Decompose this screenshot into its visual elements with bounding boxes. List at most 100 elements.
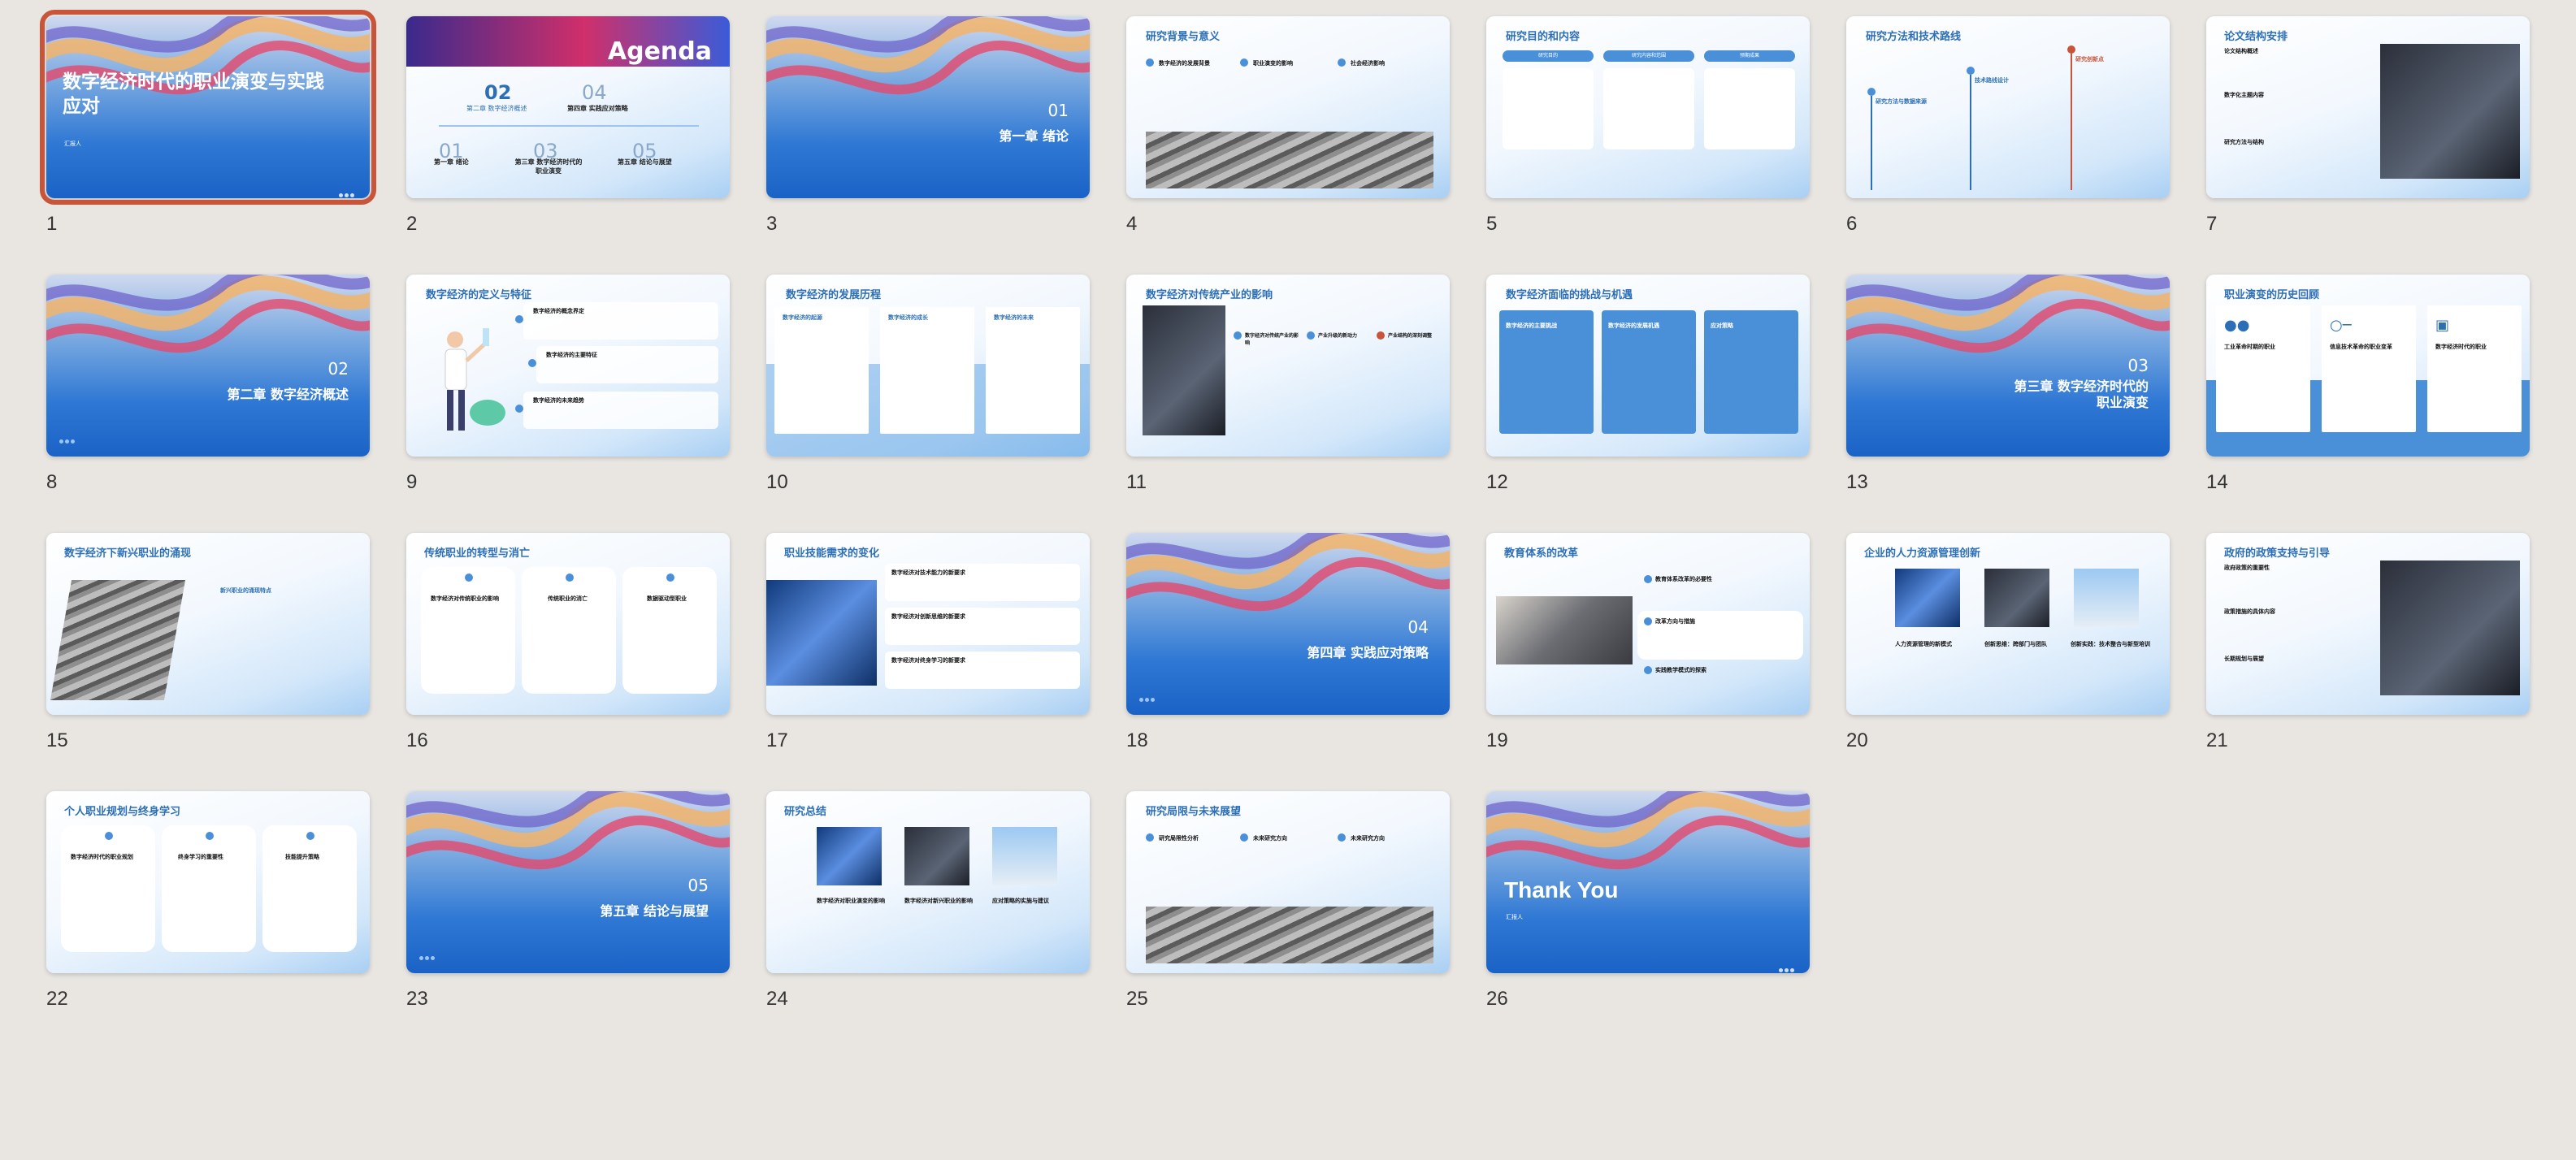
slide-title: 研究目的和内容 [1506,31,1581,43]
slide-title: 研究局限与未来展望 [1146,806,1242,818]
lights-photo [904,827,969,885]
slide-thumbnail-5[interactable]: 研究目的和内容 研究目的 研究内容和范围 预期成果 [1486,16,1810,198]
agenda-title: Agenda [607,37,712,66]
agenda-label-5: 第五章 结论与展望 [618,158,672,166]
agenda-num-4: 04 [582,81,607,104]
slide-title: 教育体系的改革 [1504,548,1579,560]
slide-number: 7 [2206,213,2218,235]
streaming-screen-photo [1143,305,1225,435]
building-photo [1146,132,1433,188]
slide-thumbnail-21[interactable]: 政府的政策支持与引导 政府政策的重要性 政策措施的具体内容 长期规划与展望 [2206,533,2530,715]
presenter-label: 汇报人 [64,141,81,147]
slide-thumbnail-3[interactable]: 01 第一章 绪论 [766,16,1090,198]
agenda-num-2: 02 [484,81,512,104]
section-title: 第四章 实践应对策略 [1307,645,1429,660]
slide-number: 20 [1846,729,1868,751]
slide-number: 12 [1486,471,1508,493]
slide-title: 研究背景与意义 [1146,31,1221,43]
slide-number: 17 [766,729,788,751]
slide-number: 19 [1486,729,1508,751]
slide-title: 数字经济的定义与特征 [426,289,532,301]
agenda-label-1: 第一章 绪论 [434,158,469,166]
satellite-photo [50,580,186,700]
slide-thumbnail-26[interactable]: Thank You 汇报人 [1486,791,1810,973]
section-number: 01 [1047,101,1069,120]
slide-title: 政府的政策支持与引导 [2224,548,2331,560]
slide-number: 14 [2206,471,2228,493]
slide-number: 26 [1486,988,1508,1010]
slide-thumbnail-25[interactable]: 研究局限与未来展望 研究局限性分析 未来研究方向 未来研究方向 [1126,791,1450,973]
slide-thumbnail-24[interactable]: 研究总结 数字经济对职业演变的影响 数字经济对新兴职业的影响 应对策略的实施与建… [766,791,1090,973]
laptop-meeting-photo [1496,596,1633,664]
section-number: 02 [327,359,349,379]
slide-thumbnail-4[interactable]: 研究背景与意义 数字经济的发展背景 职业演变的影响 社会经济影响 [1126,16,1450,198]
slide-title: 传统职业的转型与消亡 [424,548,531,560]
slide-title: 职业演变的历史回顾 [2224,289,2320,301]
slide-number: 24 [766,988,788,1010]
lights-photo [1984,569,2049,627]
slide-thumbnail-20[interactable]: 企业的人力资源管理创新 人力资源管理的新模式 创新思维：跨部门与团队 创新实践：… [1846,533,2170,715]
slide-thumbnail-17[interactable]: 职业技能需求的变化 数字经济对技术能力的新要求 数字经济对创新思维的新要求 数字… [766,533,1090,715]
slide-title: 数字经济时代的职业演变与实践应对 [63,71,324,117]
screen-photo [1895,569,1960,627]
section-title: 第三章 数字经济时代的职业演变 [2014,379,2149,410]
slide-number: 8 [46,471,58,493]
agenda-label-4: 第四章 实践应对策略 [567,105,628,112]
slide-title: 论文结构安排 [2224,31,2288,43]
slide-title: 企业的人力资源管理创新 [1864,548,1981,560]
slide-thumbnail-14[interactable]: 职业演变的历史回顾 ●● ○─ ▣ 工业革命时期的职业 信息技术革命的职业变革 … [2206,275,2530,457]
agenda-label-2: 第二章 数字经济概述 [466,105,527,112]
section-number: 03 [2127,356,2149,375]
slide-thumbnail-11[interactable]: 数字经济对传统产业的影响 数字经济对传统产业的影响 产业升级的新动力 产业结构的… [1126,275,1450,457]
network-icon: ○─ [2330,317,2352,334]
slide-number: 18 [1126,729,1148,751]
slide-number: 3 [766,213,778,235]
slide-number: 22 [46,988,68,1010]
people-icon: ●● [2224,317,2250,334]
slide-sorter-grid: 数字经济时代的职业演变与实践应对 汇报人 1 Agenda 01 第一章 绪论 … [0,0,2576,1160]
slide-title: 数字经济的发展历程 [786,289,882,301]
slide-number: 11 [1126,471,1147,493]
slide-number: 10 [766,471,788,493]
slide-number: 21 [2206,729,2228,751]
slide-thumbnail-18[interactable]: 04 第四章 实践应对策略 [1126,533,1450,715]
slide-number: 4 [1126,213,1138,235]
slide-thumbnail-10[interactable]: 数字经济的发展历程 数字经济的起源 数字经济的成长 数字经济的未来 [766,275,1090,457]
slide-title: 研究方法和技术路线 [1866,31,1962,43]
slide-title: 个人职业规划与终身学习 [64,806,181,818]
slide-number: 5 [1486,213,1498,235]
slide-thumbnail-9[interactable]: 数字经济的定义与特征 数字经济的概念界定 数字经济的主要特征 数字经济的未来趋势 [406,275,730,457]
slide-title: 数字经济下新兴职业的涌现 [64,548,192,560]
satellite-photo [2074,569,2139,627]
agenda-label-3: 第三章 数字经济时代的职业演变 [514,158,583,175]
slide-thumbnail-12[interactable]: 数字经济面临的挑战与机遇 数字经济的主要挑战 数字经济的发展机遇 应对策略 [1486,275,1810,457]
slide-thumbnail-6[interactable]: 研究方法和技术路线 研究方法与数据来源 技术路线设计 研究创新点 [1846,16,2170,198]
section-title: 第二章 数字经济概述 [227,387,349,402]
presenter-label: 汇报人 [1506,914,1523,920]
building-photo [1146,907,1433,963]
slide-number: 2 [406,213,418,235]
slide-number: 9 [406,471,418,493]
scientist-illustration-icon [445,328,505,431]
slide-thumbnail-13[interactable]: 03 第三章 数字经济时代的职业演变 [1846,275,2170,457]
satellite-photo [992,827,1057,885]
section-title: 第五章 结论与展望 [600,903,709,919]
presentation-photo [2380,561,2520,695]
slide-number: 25 [1126,988,1148,1010]
slide-title: 研究总结 [784,806,827,818]
slide-thumbnail-8[interactable]: 02 第二章 数字经济概述 [46,275,370,457]
slide-thumbnail-7[interactable]: 论文结构安排 论文结构概述 数字化主题内容 研究方法与结构 [2206,16,2530,198]
slide-thumbnail-23[interactable]: 05 第五章 结论与展望 [406,791,730,973]
slide-thumbnail-22[interactable]: 个人职业规划与终身学习 数字经济时代的职业规划 终身学习的重要性 技能提升策略 [46,791,370,973]
slide-thumbnail-2[interactable]: Agenda 01 第一章 绪论 02 第二章 数字经济概述 03 第三章 数字… [406,16,730,198]
slide-thumbnail-1[interactable]: 数字经济时代的职业演变与实践应对 汇报人 [40,10,376,205]
slide-number: 6 [1846,213,1858,235]
slide-number: 15 [46,729,68,751]
slide-thumbnail-19[interactable]: 教育体系的改革 教育体系改革的必要性 改革方向与措施 实践教学模式的探索 [1486,533,1810,715]
slide-number: 1 [46,213,58,235]
slide-number: 16 [406,729,428,751]
slide-thumbnail-15[interactable]: 数字经济下新兴职业的涌现 新兴职业的涌现特点 [46,533,370,715]
thank-you-title: Thank You [1504,877,1619,902]
screen-photo [817,827,882,885]
slide-thumbnail-16[interactable]: 传统职业的转型与消亡 数字经济对传统职业的影响 传统职业的消亡 数据驱动型职业 [406,533,730,715]
